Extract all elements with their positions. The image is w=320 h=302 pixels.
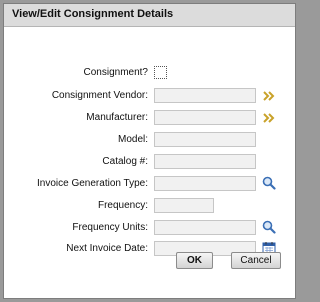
invoice-generation-type-label: Invoice Generation Type: [37, 178, 148, 189]
cancel-button[interactable]: Cancel [231, 252, 281, 269]
frequency-field[interactable] [154, 198, 214, 213]
manufacturer-field[interactable] [154, 110, 256, 125]
consignment-vendor-label: Consignment Vendor: [51, 90, 148, 101]
dialog-title: View/Edit Consignment Details [12, 8, 174, 20]
consignment-dialog: View/Edit Consignment Details Consignmen… [3, 3, 296, 299]
invoice-generation-type-field[interactable] [154, 176, 256, 191]
manufacturer-label: Manufacturer: [86, 112, 148, 123]
catalog-field[interactable] [154, 154, 256, 169]
double-chevron-right-icon[interactable] [262, 111, 276, 125]
frequency-units-label: Frequency Units: [72, 222, 148, 233]
consignment-label: Consignment? [83, 67, 148, 78]
frequency-label: Frequency: [97, 200, 148, 211]
frequency-units-field[interactable] [154, 220, 256, 235]
magnifier-icon[interactable] [262, 176, 276, 190]
consignment-vendor-field[interactable] [154, 88, 256, 103]
ok-button[interactable]: OK [176, 252, 213, 269]
magnifier-icon[interactable] [262, 220, 276, 234]
catalog-label: Catalog #: [102, 156, 148, 167]
next-invoice-date-label: Next Invoice Date: [66, 243, 148, 254]
dialog-titlebar: View/Edit Consignment Details [4, 4, 295, 27]
double-chevron-right-icon[interactable] [262, 89, 276, 103]
consignment-checkbox[interactable] [154, 66, 167, 79]
model-field[interactable] [154, 132, 256, 147]
model-label: Model: [117, 134, 148, 145]
